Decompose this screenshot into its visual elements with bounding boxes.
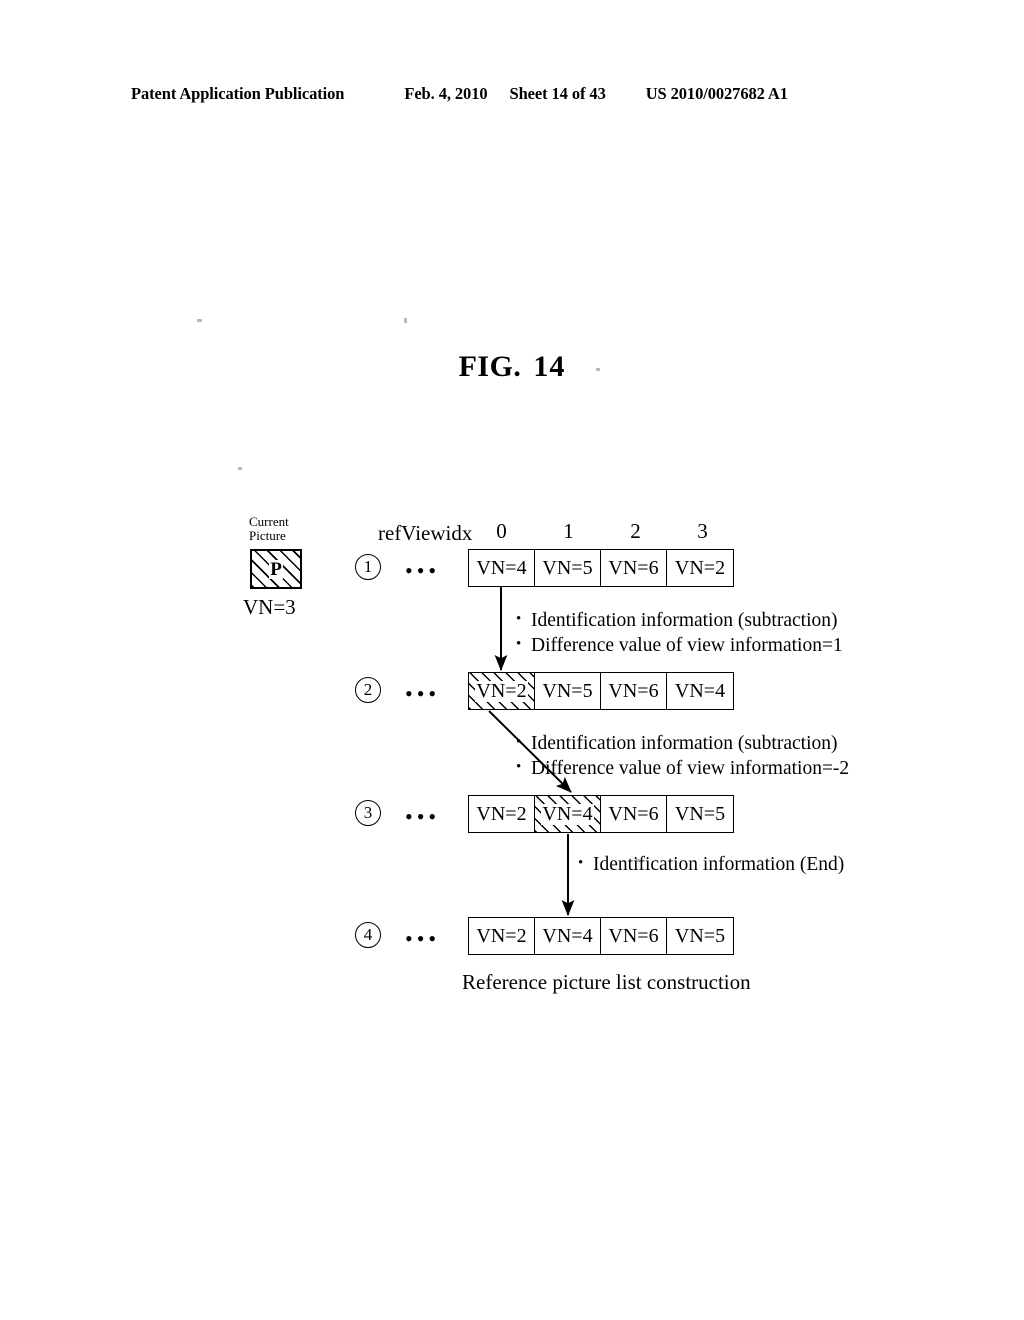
cell-text: VN=4 (541, 802, 594, 825)
cell-text: VN=2 (476, 924, 527, 947)
annotation-note-1-line1: Identification information (subtraction) (516, 607, 843, 633)
annotation-note-3-line1: Identification information (End) (578, 851, 844, 877)
annotation-note-3: Identification information (End) (578, 851, 844, 877)
row-ellipsis-2: ••• (405, 681, 441, 706)
row-marker-3: 3 (355, 800, 381, 826)
current-picture-label: Current Picture (249, 515, 289, 542)
cell-text: VN=6 (608, 924, 659, 947)
row-ellipsis-3: ••• (405, 804, 441, 829)
table-cell: VN=5 (667, 918, 733, 954)
column-index-3: 3 (697, 519, 708, 543)
table-cell: VN=2 (667, 550, 733, 586)
annotation-note-2: Identification information (subtraction)… (516, 730, 849, 781)
table-cell: VN=4 (667, 673, 733, 709)
cell-text: VN=6 (608, 679, 659, 702)
flow-arrows (488, 587, 575, 916)
row-ellipsis-4: ••• (405, 926, 441, 951)
row-marker-2: 2 (355, 677, 381, 703)
table-cell: VN=6 (601, 673, 667, 709)
cell-text: VN=5 (542, 679, 593, 702)
table-cell: VN=5 (667, 796, 733, 832)
table-cell: VN=2 (469, 918, 535, 954)
table-cell: VN=2 (469, 796, 535, 832)
cell-text: VN=2 (674, 556, 726, 579)
table-cell: VN=4 (469, 550, 535, 586)
table-cell: VN=4 (535, 918, 601, 954)
cell-text: VN=4 (476, 556, 527, 579)
column-index-0: 0 (496, 519, 507, 543)
cell-text: VN=5 (542, 556, 593, 579)
row-cells-1: VN=4 VN=5 VN=6 VN=2 (468, 549, 734, 587)
current-picture-view-number: VN=3 (243, 595, 296, 619)
refviewidx-label: refViewidx (378, 521, 473, 545)
row-cells-4: VN=2 VN=4 VN=6 VN=5 (468, 917, 734, 955)
cell-text: VN=4 (674, 679, 726, 702)
cell-text: VN=4 (542, 924, 593, 947)
cell-text: VN=6 (608, 802, 659, 825)
table-cell-highlighted: VN=2 (469, 673, 535, 709)
current-picture-label-line2: Picture (249, 527, 286, 543)
table-cell: VN=6 (601, 918, 667, 954)
annotation-note-2-line2: Difference value of view information=-2 (516, 755, 849, 781)
cell-text: VN=5 (674, 802, 726, 825)
table-cell: VN=5 (535, 673, 601, 709)
figure-caption: Reference picture list construction (462, 970, 751, 994)
reference-picture-list-diagram: Current Picture P VN=3 refViewidx 0 1 2 … (0, 0, 1024, 1320)
row-marker-1: 1 (355, 554, 381, 580)
cell-text: VN=6 (608, 556, 659, 579)
current-picture-box-text: P (269, 558, 283, 580)
current-picture-label-line1: Current (249, 514, 289, 529)
annotation-note-1-line2: Difference value of view information=1 (516, 632, 843, 658)
current-picture-box: P (250, 549, 302, 589)
table-cell: VN=6 (601, 550, 667, 586)
row-ellipsis-1: ••• (405, 558, 441, 583)
row-cells-2: VN=2 VN=5 VN=6 VN=4 (468, 672, 734, 710)
cell-text: VN=2 (476, 802, 527, 825)
column-index-1: 1 (563, 519, 574, 543)
table-cell: VN=5 (535, 550, 601, 586)
row-cells-3: VN=2 VN=4 VN=6 VN=5 (468, 795, 734, 833)
cell-text: VN=5 (674, 924, 726, 947)
table-cell-highlighted: VN=4 (535, 796, 601, 832)
annotation-note-1: Identification information (subtraction)… (516, 607, 843, 658)
column-index-2: 2 (630, 519, 641, 543)
table-cell: VN=6 (601, 796, 667, 832)
row-marker-4: 4 (355, 922, 381, 948)
annotation-note-2-line1: Identification information (subtraction) (516, 730, 849, 756)
cell-text: VN=2 (475, 679, 528, 702)
